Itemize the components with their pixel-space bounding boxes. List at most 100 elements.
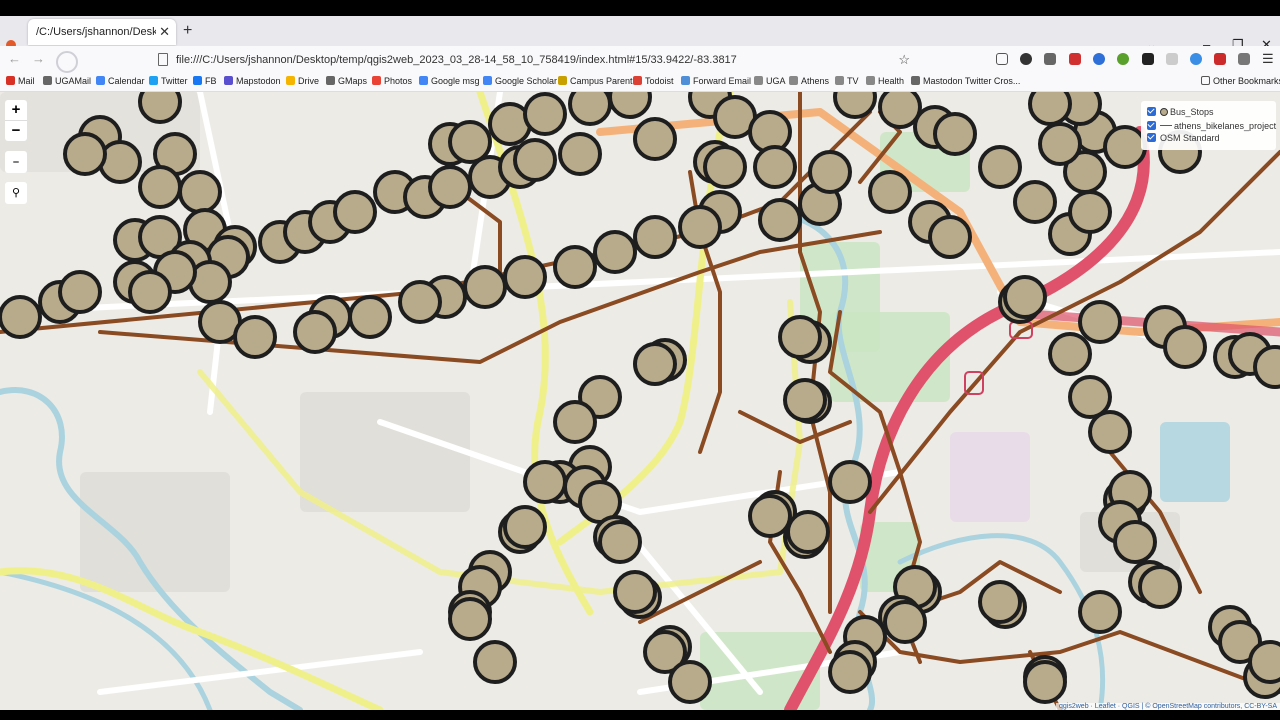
checkbox-checked-icon[interactable] <box>1147 121 1156 130</box>
extension-pdf-icon[interactable] <box>1214 53 1226 65</box>
new-tab-button[interactable]: + <box>183 22 192 40</box>
bus-stop-marker <box>503 505 547 549</box>
search-icon[interactable]: ⚲ <box>5 182 27 204</box>
extension-blue-icon[interactable] <box>1190 53 1202 65</box>
bus-stop-marker <box>398 280 442 324</box>
layer-bus-stops[interactable]: Bus_Stops <box>1147 107 1214 119</box>
layer-osm-standard[interactable]: OSM Standard <box>1147 133 1220 145</box>
bookmark-favicon-icon <box>286 76 295 85</box>
bus-stop-marker <box>463 265 507 309</box>
bookmark-favicon-icon <box>789 76 798 85</box>
back-arrow-icon[interactable]: ← <box>8 51 21 66</box>
bus-stop-marker <box>828 650 872 694</box>
bus-stop-marker <box>1113 520 1157 564</box>
zoom-in-button[interactable]: + <box>5 100 27 121</box>
library-icon[interactable] <box>1044 53 1056 65</box>
browser-window: /C:/Users/jshannon/Desktop/temp ✕ + ⌄ – … <box>0 0 1280 720</box>
downloads-icon[interactable] <box>996 53 1008 65</box>
bookmark-favicon-icon <box>754 76 763 85</box>
bookmark-favicon-icon <box>483 76 492 85</box>
bookmark-item[interactable]: Mail <box>6 76 35 86</box>
bookmark-item[interactable]: UGAMail <box>43 76 91 86</box>
measure-ruler-icon[interactable]: ⎯ <box>5 151 27 173</box>
map-attribution[interactable]: qgis2web · Leaflet · QGIS | © OpenStreet… <box>1056 703 1280 710</box>
other-bookmarks[interactable]: Other Bookmarks <box>1201 76 1280 86</box>
loading-spinner-icon[interactable] <box>56 51 78 73</box>
tab-close-icon[interactable]: ✕ <box>159 24 170 40</box>
tab-strip: /C:/Users/jshannon/Desktop/temp ✕ + ⌄ – … <box>0 16 1280 52</box>
bus-stop-marker <box>348 295 392 339</box>
bookmark-favicon-icon <box>149 76 158 85</box>
bookmark-item[interactable]: GMaps <box>326 76 367 86</box>
bus-stop-marker <box>758 198 802 242</box>
bookmark-item[interactable]: Calendar <box>96 76 145 86</box>
bookmark-item[interactable]: Mapstodon <box>224 76 281 86</box>
bookmark-item[interactable]: Todoist <box>633 76 674 86</box>
map-area <box>950 432 1030 522</box>
bikelane-legend-icon <box>1160 125 1172 126</box>
bookmark-item[interactable]: Google Scholar <box>483 76 557 86</box>
bus-stop-marker <box>1103 125 1147 169</box>
layer-control[interactable]: Bus_Stops athens_bikelanes_project OSM S… <box>1141 101 1276 150</box>
url-text[interactable]: file:///C:/Users/jshannon/Desktop/temp/q… <box>176 54 737 66</box>
bookmark-item[interactable]: Drive <box>286 76 319 86</box>
bookmark-item[interactable]: Twitter <box>149 76 188 86</box>
bookmark-item[interactable]: Google msg <box>419 76 480 86</box>
forward-arrow-icon[interactable]: → <box>32 51 45 66</box>
bus-stop-marker <box>1023 660 1067 704</box>
bus-stop-marker <box>678 205 722 249</box>
bookmark-star-icon[interactable]: ☆ <box>898 52 910 68</box>
bus-stop-marker <box>828 460 872 504</box>
bookmark-item[interactable]: FB <box>193 76 217 86</box>
bus-stop-marker <box>783 378 827 422</box>
bookmark-item[interactable]: Mastodon Twitter Cros... <box>911 76 1020 86</box>
tab-active[interactable]: /C:/Users/jshannon/Desktop/temp ✕ <box>28 19 176 45</box>
extension-zotero-icon[interactable] <box>1093 53 1105 65</box>
extensions-puzzle-icon[interactable] <box>1238 53 1250 65</box>
bus-stop-marker <box>593 230 637 274</box>
bus-stop-marker <box>523 460 567 504</box>
menu-icon[interactable]: ☰ <box>1262 51 1274 67</box>
bus-stop-marker <box>1068 190 1112 234</box>
bus-stop-marker <box>1138 565 1182 609</box>
bus-stop-marker <box>568 92 612 126</box>
extension-red-icon[interactable] <box>1069 53 1081 65</box>
bus-stop-marker <box>978 580 1022 624</box>
extension-j-icon[interactable] <box>1020 53 1032 65</box>
bookmark-favicon-icon <box>681 76 690 85</box>
bus-stop-marker <box>883 600 927 644</box>
bookmark-item[interactable]: UGA <box>754 76 786 86</box>
bus-stop-marker <box>138 92 182 124</box>
bus-stop-marker <box>633 342 677 386</box>
address-bar[interactable]: file:///C:/Users/jshannon/Desktop/temp/q… <box>150 49 920 71</box>
bus-stop-marker <box>333 190 377 234</box>
bus-stop-marker <box>128 270 172 314</box>
page-icon <box>158 53 168 66</box>
bus-stop-marker <box>473 640 517 684</box>
bookmark-favicon-icon <box>96 76 105 85</box>
layer-bikelanes[interactable]: athens_bikelanes_project <box>1147 121 1276 133</box>
bookmarks-toolbar: Mail UGAMail Calendar Twitter FB Mapstodon Dri… <box>0 73 1280 92</box>
bookmark-item[interactable]: TV <box>835 76 859 86</box>
bus-stop-marker <box>1078 300 1122 344</box>
bookmark-item[interactable]: Campus Parent <box>558 76 633 86</box>
bookmark-item[interactable]: Photos <box>372 76 412 86</box>
bookmark-item[interactable]: Athens <box>789 76 829 86</box>
bus-stop-marker <box>1088 410 1132 454</box>
extension-leaf-icon[interactable] <box>1117 53 1129 65</box>
zoom-out-button[interactable]: − <box>5 121 27 141</box>
bus-stop-marker <box>448 597 492 641</box>
bookmark-favicon-icon <box>419 76 428 85</box>
bus-stop-marker <box>428 165 472 209</box>
bookmark-item[interactable]: Health <box>866 76 904 86</box>
map-svg[interactable] <box>0 92 1280 710</box>
checkbox-checked-icon[interactable] <box>1147 107 1156 116</box>
bus-stop-marker <box>868 170 912 214</box>
bus-stop-marker <box>668 660 712 704</box>
map-canvas[interactable]: + − ⎯ ⚲ qgis2web · Leaflet · QGIS | © Op… <box>0 92 1280 710</box>
reader-icon[interactable] <box>1166 53 1178 65</box>
checkbox-checked-icon[interactable] <box>1147 133 1156 142</box>
extension-dark-icon[interactable] <box>1142 53 1154 65</box>
bus-stop-marker <box>1038 122 1082 166</box>
bookmark-item[interactable]: Forward Email <box>681 76 751 86</box>
